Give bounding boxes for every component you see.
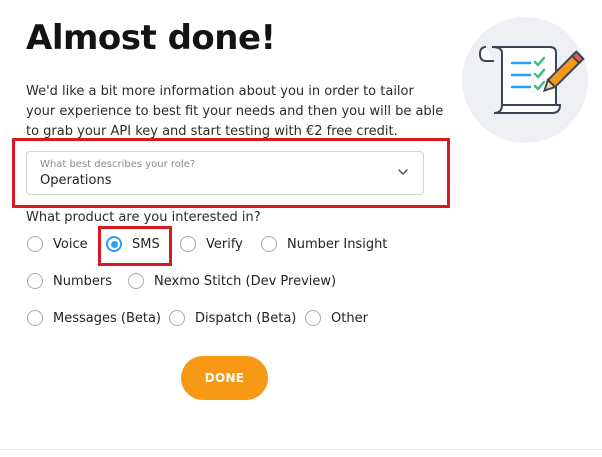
option-dispatch[interactable]: Dispatch (Beta) bbox=[169, 307, 296, 329]
verify-radio[interactable] bbox=[180, 236, 196, 252]
numbers-radio[interactable] bbox=[27, 273, 43, 289]
role-select-value: Operations bbox=[40, 173, 112, 188]
sms-highlight-box bbox=[98, 226, 172, 266]
option-label: Dispatch (Beta) bbox=[195, 310, 297, 326]
role-select[interactable]: What best describes your role? Operation… bbox=[26, 151, 424, 195]
option-numbers[interactable]: Numbers bbox=[27, 270, 112, 292]
option-label: Messages (Beta) bbox=[53, 310, 162, 326]
done-button[interactable]: DONE bbox=[181, 356, 268, 400]
intro-text: We'd like a bit more information about y… bbox=[26, 84, 444, 139]
divider bbox=[0, 449, 602, 450]
other-radio[interactable] bbox=[305, 310, 321, 326]
product-question: What product are you interested in? bbox=[26, 210, 261, 225]
role-select-label: What best describes your role? bbox=[40, 159, 196, 170]
option-label: Verify bbox=[206, 236, 243, 252]
option-verify[interactable]: Verify bbox=[180, 233, 243, 255]
option-label: Number Insight bbox=[287, 236, 388, 252]
option-label: Nexmo Stitch (Dev Preview) bbox=[154, 273, 337, 289]
option-label: Numbers bbox=[53, 273, 112, 289]
option-messages[interactable]: Messages (Beta) bbox=[27, 307, 161, 329]
messages-radio[interactable] bbox=[27, 310, 43, 326]
option-voice[interactable]: Voice bbox=[27, 233, 88, 255]
option-label: Voice bbox=[53, 236, 88, 252]
number-insight-radio[interactable] bbox=[261, 236, 277, 252]
page-title: Almost done! bbox=[26, 18, 276, 58]
voice-radio[interactable] bbox=[27, 236, 43, 252]
option-nexmo-stitch[interactable]: Nexmo Stitch (Dev Preview) bbox=[128, 270, 336, 292]
option-number-insight[interactable]: Number Insight bbox=[261, 233, 387, 255]
nexmo-stitch-radio[interactable] bbox=[128, 273, 144, 289]
chevron-down-icon bbox=[398, 169, 408, 175]
option-label: Other bbox=[331, 310, 368, 326]
option-other[interactable]: Other bbox=[305, 307, 368, 329]
checklist-scroll-icon bbox=[462, 17, 588, 143]
dispatch-radio[interactable] bbox=[169, 310, 185, 326]
